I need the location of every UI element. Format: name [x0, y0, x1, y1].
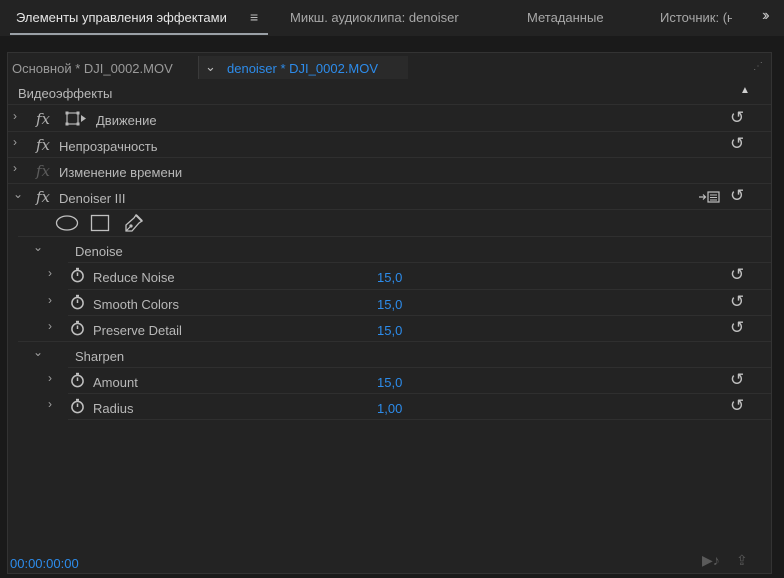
effect-settings-icon[interactable] — [698, 190, 720, 204]
group-label: Denoise — [75, 244, 123, 259]
param-row-reduce-noise[interactable]: › Reduce Noise 15,0 ↺ — [8, 263, 771, 289]
transform-icon[interactable] — [65, 111, 87, 127]
tab-source[interactable]: Источник: (н — [660, 10, 732, 25]
active-tab-indicator — [10, 33, 268, 35]
clip-header: Основной * DJI_0002.MOV ⌄ denoiser * DJI… — [8, 55, 771, 79]
param-label: Radius — [93, 401, 134, 416]
timecode-display[interactable]: 00:00:00:00 — [10, 556, 79, 571]
sequence-clip-tab[interactable]: ⌄ denoiser * DJI_0002.MOV — [198, 56, 408, 79]
chevron-down-icon[interactable]: ⌄ — [33, 345, 43, 359]
panel-menu-icon[interactable]: ⋰ — [753, 61, 763, 72]
stopwatch-icon[interactable] — [70, 398, 85, 414]
param-value[interactable]: 1,00 — [377, 401, 402, 416]
stopwatch-icon[interactable] — [70, 294, 85, 310]
param-label: Amount — [93, 375, 138, 390]
play-audio-icon[interactable]: ▶♪ — [702, 552, 720, 569]
reset-icon[interactable]: ↺ — [730, 292, 744, 312]
param-label: Smooth Colors — [93, 297, 179, 312]
chevron-right-icon[interactable]: › — [48, 266, 52, 280]
effect-row-opacity[interactable]: › fx Непрозрачность ↺ — [8, 132, 771, 158]
stopwatch-icon[interactable] — [70, 372, 85, 388]
section-title-video-effects: Видеоэффекты — [18, 86, 113, 101]
param-row-preserve-detail[interactable]: › Preserve Detail 15,0 ↺ — [8, 316, 771, 342]
chevron-down-icon[interactable]: ⌄ — [33, 240, 43, 254]
effect-row-motion[interactable]: › fx Движение ↺ — [8, 106, 771, 132]
effect-label: Изменение времени — [59, 165, 183, 180]
fx-toggle-icon[interactable]: fx — [36, 110, 50, 128]
param-group-sharpen[interactable]: ⌄ Sharpen — [8, 342, 771, 368]
group-label: Sharpen — [75, 349, 125, 364]
reset-icon[interactable]: ↺ — [730, 134, 744, 154]
effect-row-time-remapping[interactable]: › fx Изменение времени — [8, 158, 771, 184]
tab-audio-clip-mixer[interactable]: Микш. аудиоклипа: denoiser — [290, 10, 459, 25]
param-row-amount[interactable]: › Amount 15,0 ↺ — [8, 368, 771, 394]
export-clip-icon[interactable]: ⇪ — [736, 552, 748, 569]
sequence-clip-label: denoiser * DJI_0002.MOV — [227, 61, 379, 76]
effect-controls-panel: Основной * DJI_0002.MOV ⌄ denoiser * DJI… — [7, 52, 772, 574]
rectangle-mask-icon[interactable] — [90, 214, 110, 232]
param-value[interactable]: 15,0 — [377, 375, 402, 390]
param-value[interactable]: 15,0 — [377, 323, 402, 338]
param-value[interactable]: 15,0 — [377, 297, 402, 312]
fx-toggle-icon[interactable]: fx — [36, 136, 50, 154]
reset-icon[interactable]: ↺ — [730, 396, 744, 416]
chevron-right-icon[interactable]: › — [48, 319, 52, 333]
param-row-smooth-colors[interactable]: › Smooth Colors 15,0 ↺ — [8, 290, 771, 316]
tab-overflow-icon[interactable]: ›› — [762, 7, 769, 25]
ellipse-mask-icon[interactable] — [55, 214, 79, 232]
param-label: Preserve Detail — [93, 323, 182, 338]
reset-icon[interactable]: ↺ — [730, 370, 744, 390]
stopwatch-icon[interactable] — [70, 267, 85, 283]
panel-tab-bar: Элементы управления эффектами ≡ Микш. ау… — [0, 0, 784, 36]
effect-label: Denoiser III — [59, 191, 126, 206]
fx-toggle-icon[interactable]: fx — [36, 188, 50, 206]
master-clip-tab[interactable]: Основной * DJI_0002.MOV — [12, 61, 173, 76]
reset-icon[interactable]: ↺ — [730, 265, 744, 285]
panel-footer: 00:00:00:00 ▶♪ ⇪ — [8, 548, 771, 574]
param-group-denoise[interactable]: ⌄ Denoise — [8, 237, 771, 263]
tab-menu-icon[interactable]: ≡ — [250, 9, 258, 25]
chevron-down-icon[interactable]: ⌄ — [205, 59, 216, 75]
reset-icon[interactable]: ↺ — [730, 318, 744, 338]
chevron-right-icon[interactable]: › — [48, 293, 52, 307]
collapse-triangle-icon[interactable]: ▲ — [740, 85, 750, 96]
stopwatch-icon[interactable] — [70, 320, 85, 336]
effect-label: Движение — [96, 113, 157, 128]
chevron-right-icon[interactable]: › — [13, 109, 17, 123]
reset-icon[interactable]: ↺ — [730, 108, 744, 128]
chevron-right-icon[interactable]: › — [48, 371, 52, 385]
reset-icon[interactable]: ↺ — [730, 186, 744, 206]
chevron-right-icon[interactable]: › — [13, 135, 17, 149]
effect-row-denoiser[interactable]: ⌄ fx Denoiser III ↺ — [8, 184, 771, 210]
fx-toggle-icon: fx — [36, 162, 51, 180]
tab-effect-controls[interactable]: Элементы управления эффектами — [16, 10, 227, 25]
tab-metadata[interactable]: Метаданные — [527, 10, 604, 25]
chevron-down-icon[interactable]: ⌄ — [13, 187, 23, 201]
chevron-right-icon[interactable]: › — [13, 161, 17, 175]
param-value[interactable]: 15,0 — [377, 270, 402, 285]
effect-label: Непрозрачность — [59, 139, 158, 154]
param-label: Reduce Noise — [93, 270, 175, 285]
chevron-right-icon[interactable]: › — [48, 397, 52, 411]
pen-mask-icon[interactable] — [124, 213, 144, 233]
param-row-radius[interactable]: › Radius 1,00 ↺ — [8, 394, 771, 420]
